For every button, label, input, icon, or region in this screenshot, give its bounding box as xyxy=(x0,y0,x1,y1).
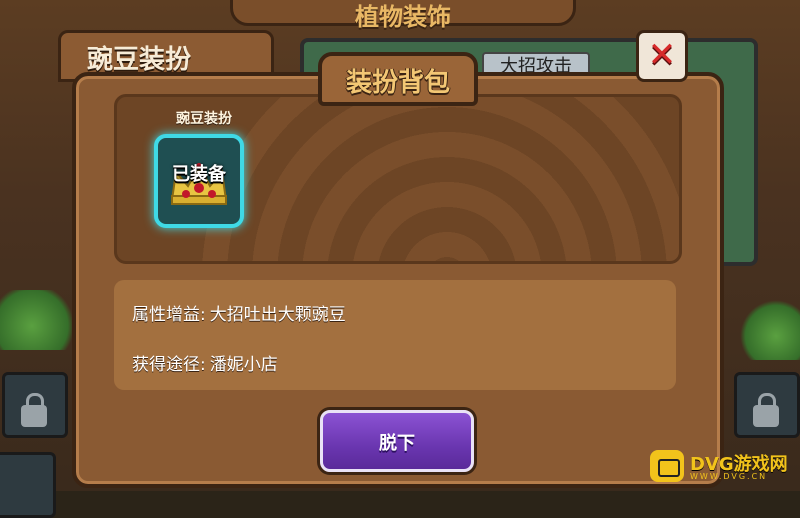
grass-decoration xyxy=(0,290,80,350)
outfit-label: 豌豆装扮 xyxy=(176,111,232,127)
locked-slot xyxy=(2,372,68,438)
lock-icon xyxy=(21,393,47,427)
watermark: DVG游戏网 WWW.DVG.CN xyxy=(650,446,796,486)
close-icon: ✕ xyxy=(647,35,677,75)
grass-decoration xyxy=(740,300,800,360)
unequip-button-label: 脱下 xyxy=(379,433,415,454)
locked-slot xyxy=(734,372,800,438)
background-title: 植物装饰 xyxy=(355,3,451,31)
dialog-title: 装扮背包 xyxy=(345,68,450,98)
background-tab-label: 豌豆装扮 xyxy=(87,45,192,75)
dialog-title-tab: 装扮背包 xyxy=(318,52,478,106)
unequip-button[interactable]: 脱下 xyxy=(320,410,474,472)
background-title-banner: 植物装饰 xyxy=(230,0,576,31)
attribute-row: 属性增益: 大招吐出大颗豌豆 xyxy=(132,300,346,325)
locked-slot xyxy=(0,452,56,518)
watermark-url: WWW.DVG.CN xyxy=(690,472,768,481)
source-row: 获得途径: 潘妮小店 xyxy=(132,350,278,375)
attribute-key: 属性增益: xyxy=(132,305,206,325)
attribute-value: 大招吐出大颗豌豆 xyxy=(209,305,346,325)
gamepad-icon xyxy=(650,450,684,482)
equipped-status: 已装备 xyxy=(172,164,226,185)
source-value: 潘妮小店 xyxy=(209,355,278,375)
close-button[interactable]: ✕ xyxy=(636,30,688,82)
source-key: 获得途径: xyxy=(132,355,206,375)
lock-icon xyxy=(753,393,779,427)
outfit-item-card[interactable]: 已装备 xyxy=(154,134,244,228)
